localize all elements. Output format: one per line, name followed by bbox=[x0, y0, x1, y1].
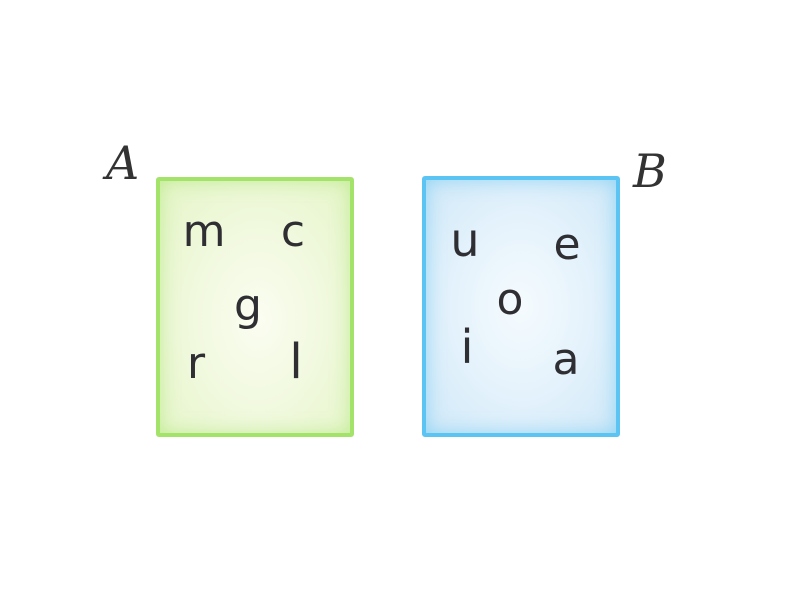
set-a-letter: l bbox=[289, 334, 303, 390]
set-b-letter: o bbox=[496, 274, 524, 325]
set-a-letter: m bbox=[182, 206, 226, 257]
set-b-letter: u bbox=[450, 213, 480, 267]
set-b-letter: i bbox=[460, 320, 474, 374]
set-a-label: A bbox=[106, 136, 140, 190]
set-b-letter: a bbox=[552, 334, 580, 385]
set-a-letter: r bbox=[186, 338, 206, 389]
set-a-letter: c bbox=[280, 206, 306, 257]
set-b-label: B bbox=[633, 144, 667, 198]
diagram-canvas: A m c g r l B u e o i a bbox=[0, 0, 800, 600]
set-a-letter: g bbox=[234, 280, 262, 331]
set-b-letter: e bbox=[553, 219, 581, 270]
